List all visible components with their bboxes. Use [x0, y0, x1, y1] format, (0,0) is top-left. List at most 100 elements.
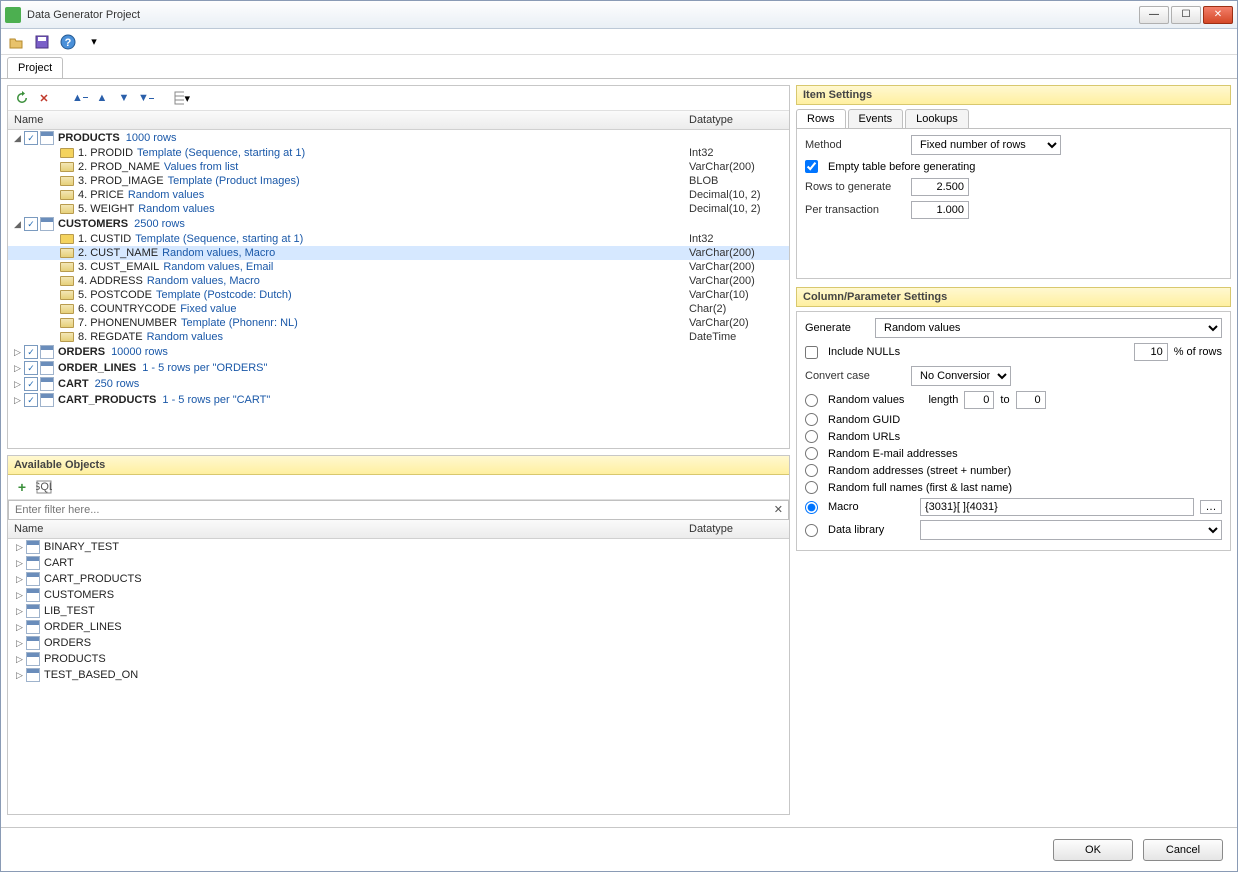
column-row[interactable]: 2. CUST_NAMERandom values, MacroVarChar(…: [8, 246, 789, 260]
grid-menu-icon[interactable]: ▾: [174, 90, 190, 106]
macro-browse-button[interactable]: …: [1200, 500, 1222, 514]
pertx-input[interactable]: [911, 201, 969, 219]
svg-text:?: ?: [65, 37, 72, 49]
available-row[interactable]: ▷CUSTOMERS: [8, 587, 789, 603]
tab-lookups[interactable]: Lookups: [905, 109, 969, 128]
column-row[interactable]: 5. POSTCODETemplate (Postcode: Dutch)Var…: [8, 288, 789, 302]
empty-table-checkbox[interactable]: [805, 160, 818, 173]
available-row[interactable]: ▷CART_PRODUCTS: [8, 571, 789, 587]
available-header: Available Objects: [8, 456, 789, 475]
available-row[interactable]: ▷LIB_TEST: [8, 603, 789, 619]
minimize-button[interactable]: —: [1139, 6, 1169, 24]
radio-fullnames[interactable]: [805, 481, 818, 494]
method-select[interactable]: Fixed number of rows: [911, 135, 1061, 155]
tab-rows[interactable]: Rows: [796, 109, 846, 128]
help-icon[interactable]: ?: [59, 33, 77, 51]
add-object-icon[interactable]: +: [14, 479, 30, 495]
available-panel: Available Objects + SQL ✕ Name Datatype …: [7, 455, 790, 815]
app-icon: [5, 7, 21, 23]
available-tree[interactable]: ▷BINARY_TEST▷CART▷CART_PRODUCTS▷CUSTOMER…: [8, 539, 789, 814]
radio-datalib[interactable]: [805, 524, 818, 537]
radio-macro[interactable]: [805, 501, 818, 514]
column-row[interactable]: 8. REGDATERandom valuesDateTime: [8, 330, 789, 344]
column-row[interactable]: 3. CUST_EMAILRandom values, EmailVarChar…: [8, 260, 789, 274]
col-settings-header: Column/Parameter Settings: [796, 287, 1231, 307]
rows-input[interactable]: [911, 178, 969, 196]
tables-tree[interactable]: ◢✓PRODUCTS1000 rows1. PRODIDTemplate (Se…: [8, 130, 789, 448]
pertx-label: Per transaction: [805, 204, 905, 216]
item-settings-header: Item Settings: [796, 85, 1231, 105]
titlebar: Data Generator Project — ☐ ✕: [1, 1, 1237, 29]
app-window: Data Generator Project — ☐ ✕ ? ▾ Project…: [0, 0, 1238, 872]
refresh-icon[interactable]: [14, 90, 30, 106]
ok-button[interactable]: OK: [1053, 839, 1133, 861]
radio-email[interactable]: [805, 447, 818, 460]
move-bottom-icon[interactable]: ▼: [138, 90, 154, 106]
available-row[interactable]: ▷ORDER_LINES: [8, 619, 789, 635]
table-row[interactable]: ▷✓CART_PRODUCTS1 - 5 rows per "CART": [8, 392, 789, 408]
column-row[interactable]: 1. PRODIDTemplate (Sequence, starting at…: [8, 146, 789, 160]
column-row[interactable]: 4. ADDRESSRandom values, MacroVarChar(20…: [8, 274, 789, 288]
table-row[interactable]: ▷✓CART250 rows: [8, 376, 789, 392]
delete-icon[interactable]: ✕: [36, 90, 52, 106]
tables-panel: ✕ ▲ ▲ ▼ ▼ ▾ Name Datatype ◢✓PRODUCTS1000…: [7, 85, 790, 449]
window-title: Data Generator Project: [27, 9, 1137, 21]
column-row[interactable]: 6. COUNTRYCODEFixed valueChar(2): [8, 302, 789, 316]
empty-table-label: Empty table before generating: [828, 161, 975, 173]
close-button[interactable]: ✕: [1203, 6, 1233, 24]
tables-toolbar: ✕ ▲ ▲ ▼ ▼ ▾: [8, 86, 789, 111]
dialog-footer: OK Cancel: [1, 827, 1237, 871]
table-row[interactable]: ◢✓PRODUCTS1000 rows: [8, 130, 789, 146]
length-to-input[interactable]: [1016, 391, 1046, 409]
tree-header: Name Datatype: [8, 111, 789, 130]
cancel-button[interactable]: Cancel: [1143, 839, 1223, 861]
column-row[interactable]: 5. WEIGHTRandom valuesDecimal(10, 2): [8, 202, 789, 216]
maximize-button[interactable]: ☐: [1171, 6, 1201, 24]
move-down-icon[interactable]: ▼: [116, 90, 132, 106]
generate-label: Generate: [805, 322, 869, 334]
nulls-suffix: % of rows: [1174, 346, 1222, 358]
rows-label: Rows to generate: [805, 181, 905, 193]
tab-events[interactable]: Events: [848, 109, 904, 128]
column-row[interactable]: 3. PROD_IMAGETemplate (Product Images)BL…: [8, 174, 789, 188]
radio-addresses[interactable]: [805, 464, 818, 477]
nulls-label: Include NULLs: [828, 346, 900, 358]
column-row[interactable]: 4. PRICERandom valuesDecimal(10, 2): [8, 188, 789, 202]
available-row[interactable]: ▷ORDERS: [8, 635, 789, 651]
datalib-select[interactable]: [920, 520, 1222, 540]
column-row[interactable]: 7. PHONENUMBERTemplate (Phonenr: NL)VarC…: [8, 316, 789, 330]
move-top-icon[interactable]: ▲: [72, 90, 88, 106]
table-row[interactable]: ◢✓CUSTOMERS2500 rows: [8, 216, 789, 232]
dropdown-icon[interactable]: ▾: [85, 33, 103, 51]
open-icon[interactable]: [7, 33, 25, 51]
clear-filter-icon[interactable]: ✕: [774, 503, 783, 516]
macro-input[interactable]: [920, 498, 1194, 516]
available-row[interactable]: ▷BINARY_TEST: [8, 539, 789, 555]
length-from-input[interactable]: [964, 391, 994, 409]
table-row[interactable]: ▷✓ORDER_LINES1 - 5 rows per "ORDERS": [8, 360, 789, 376]
nulls-pct-input[interactable]: [1134, 343, 1168, 361]
nulls-checkbox[interactable]: [805, 346, 818, 359]
radio-random-values[interactable]: [805, 394, 818, 407]
column-row[interactable]: 2. PROD_NAMEValues from listVarChar(200): [8, 160, 789, 174]
radio-guid[interactable]: [805, 413, 818, 426]
sql-icon[interactable]: SQL: [36, 479, 52, 495]
move-up-icon[interactable]: ▲: [94, 90, 110, 106]
generate-select[interactable]: Random values: [875, 318, 1222, 338]
column-row[interactable]: 1. CUSTIDTemplate (Sequence, starting at…: [8, 232, 789, 246]
convert-label: Convert case: [805, 370, 905, 382]
project-tabbar: Project: [1, 55, 1237, 79]
radio-urls[interactable]: [805, 430, 818, 443]
filter-input[interactable]: [8, 500, 789, 520]
main-toolbar: ? ▾: [1, 29, 1237, 55]
available-row[interactable]: ▷TEST_BASED_ON: [8, 667, 789, 683]
item-settings-tabs: Rows Events Lookups: [796, 109, 1231, 129]
tab-project[interactable]: Project: [7, 57, 63, 78]
table-row[interactable]: ▷✓ORDERS10000 rows: [8, 344, 789, 360]
available-row[interactable]: ▷PRODUCTS: [8, 651, 789, 667]
save-icon[interactable]: [33, 33, 51, 51]
convert-select[interactable]: No Conversion: [911, 366, 1011, 386]
svg-text:SQL: SQL: [36, 481, 52, 493]
available-row[interactable]: ▷CART: [8, 555, 789, 571]
method-label: Method: [805, 139, 905, 151]
